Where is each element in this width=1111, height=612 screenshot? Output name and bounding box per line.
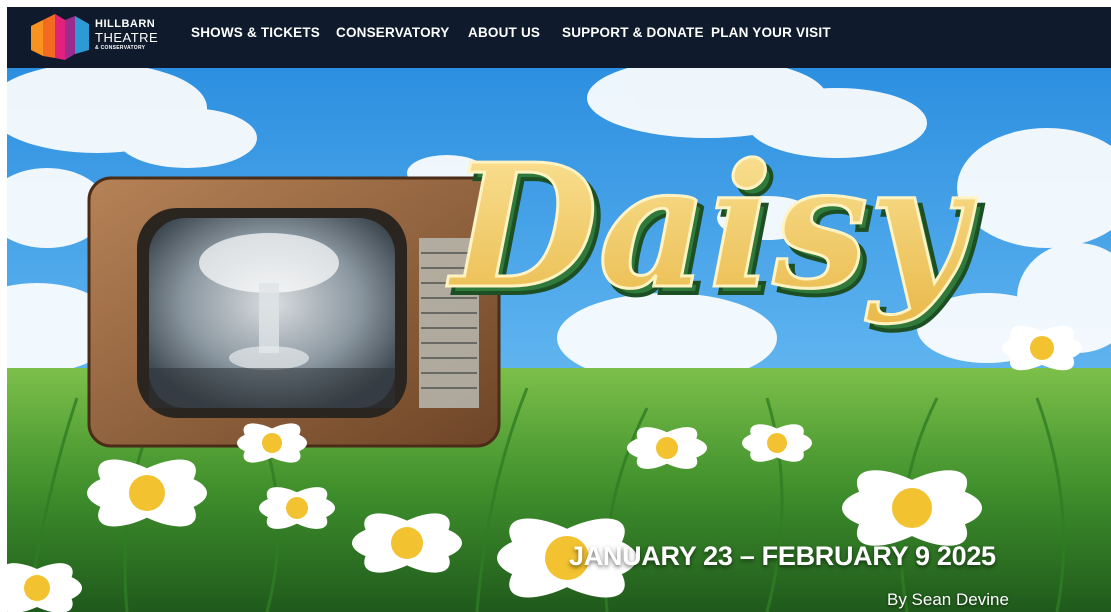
- show-author: By Sean Devine: [887, 590, 1009, 609]
- hillbarn-logo-icon: [31, 14, 89, 60]
- logo-wordmark: HILLBARN THEATRE & CONSERVATORY: [95, 19, 158, 51]
- nav-shows-tickets[interactable]: SHOWS & TICKETS: [191, 25, 320, 40]
- hero-artwork: Daisy Daisy: [7, 68, 1111, 612]
- svg-text:Daisy: Daisy: [447, 127, 978, 327]
- nav-conservatory[interactable]: CONSERVATORY: [336, 25, 449, 40]
- show-dates: JANUARY 23 – FEBRUARY 9 2025: [569, 541, 996, 571]
- nav-about-us[interactable]: ABOUT US: [468, 25, 540, 40]
- logo-line-hillbarn: HILLBARN: [95, 18, 156, 30]
- site-logo[interactable]: HILLBARN THEATRE & CONSERVATORY: [29, 10, 159, 62]
- nav-support-donate[interactable]: SUPPORT & DONATE: [562, 25, 704, 40]
- daisy-title-art: Daisy Daisy: [445, 126, 985, 337]
- page-frame: HILLBARN THEATRE & CONSERVATORY SHOWS & …: [7, 7, 1111, 612]
- vintage-tv: [87, 176, 501, 448]
- logo-line-theatre: THEATRE: [95, 30, 159, 45]
- nav-plan-your-visit[interactable]: PLAN YOUR VISIT: [711, 25, 831, 40]
- top-navigation-bar: HILLBARN THEATRE & CONSERVATORY SHOWS & …: [7, 7, 1111, 68]
- hero-banner[interactable]: Daisy Daisy JANUARY 23 – FEBRUARY 9 2025…: [7, 68, 1111, 612]
- logo-line-conservatory: & CONSERVATORY: [95, 45, 146, 51]
